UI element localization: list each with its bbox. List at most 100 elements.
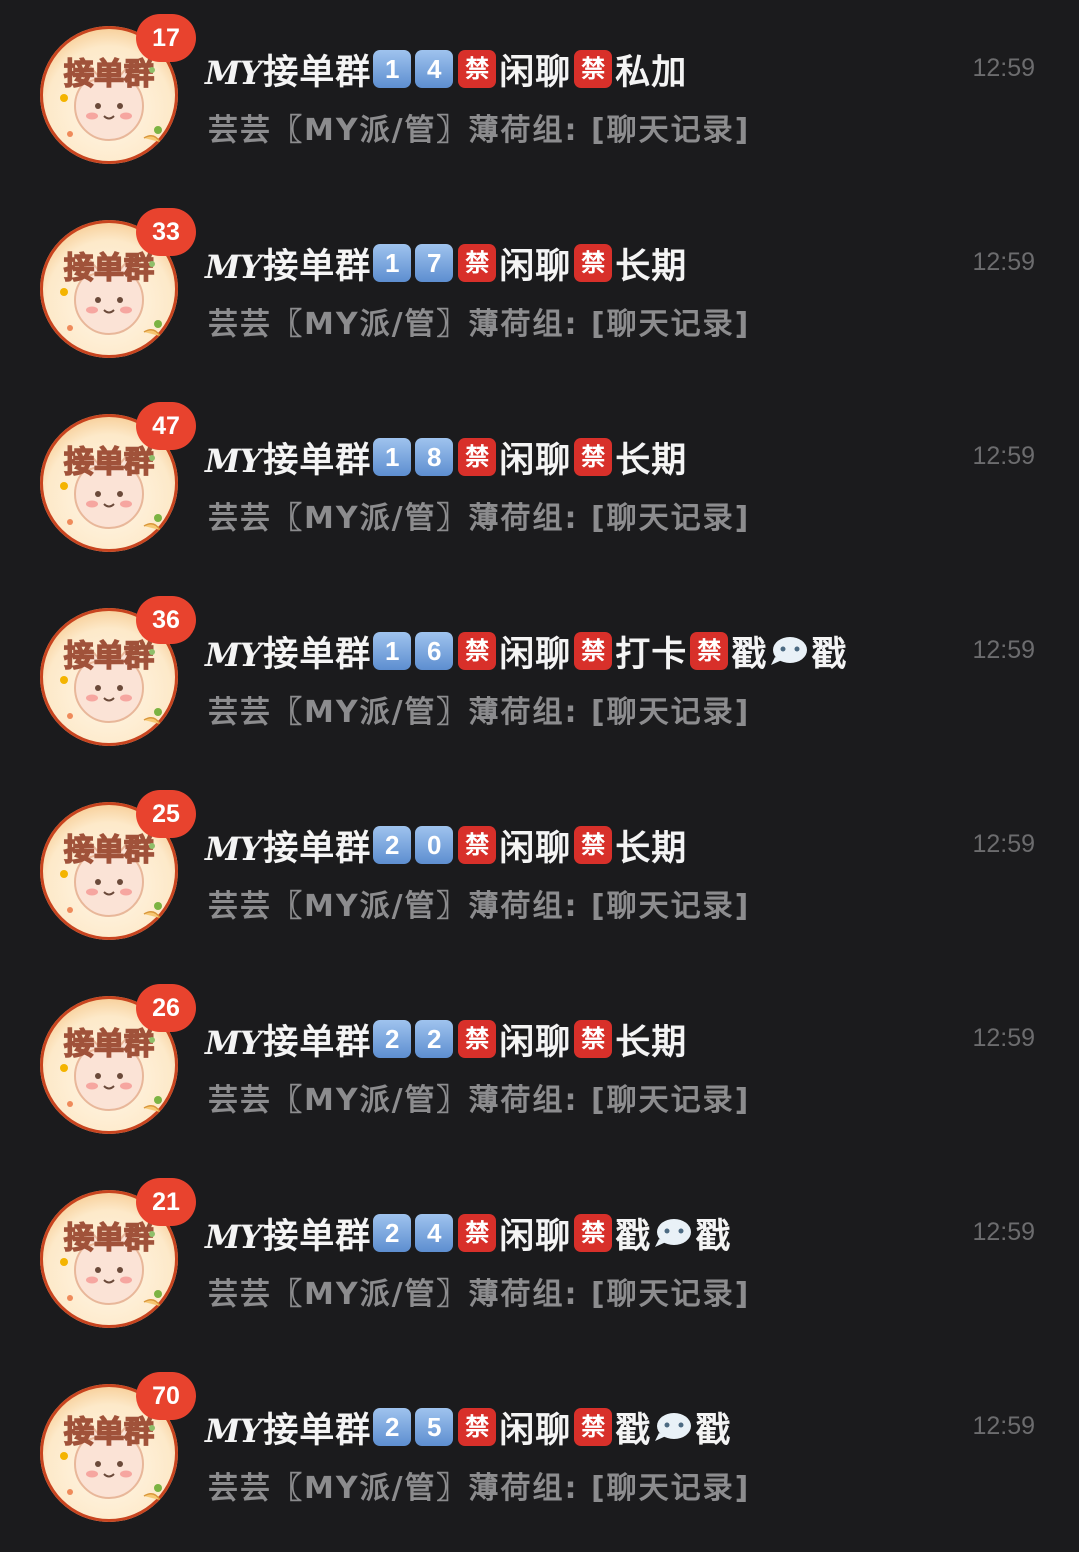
prohibited-icon: 禁 xyxy=(458,632,497,670)
title-text: MY接单群 xyxy=(205,44,371,95)
svg-text:接单群: 接单群 xyxy=(64,1027,154,1062)
title-name: 接单群 xyxy=(263,828,372,869)
svg-text:接单群: 接单群 xyxy=(64,1221,154,1256)
chat-row[interactable]: 接单群 36 MY接单群 1 6 禁闲聊禁打卡禁戳 戳芸芸〖MY派/管〗薄荷组: [聊天… xyxy=(0,582,1079,776)
title-text: 闲聊 xyxy=(499,828,572,869)
number-keycap-icon: 1 xyxy=(373,244,412,282)
prohibited-icon: 禁 xyxy=(574,438,613,476)
chat-title: MY接单群 2 0 禁闲聊禁长期 xyxy=(205,820,687,870)
title-text: MY接单群 xyxy=(205,820,371,871)
svg-text:接单群: 接单群 xyxy=(64,445,154,480)
chat-row[interactable]: 接单群 26 MY接单群 2 2 禁闲聊禁长期 芸芸〖MY派/管〗薄荷组: [聊天记录] 1… xyxy=(0,970,1079,1164)
title-text: 闲聊 xyxy=(499,52,572,93)
title-text: 戳 xyxy=(695,1410,732,1451)
title-text: 闲聊 xyxy=(499,246,572,287)
message-timestamp: 12:59 xyxy=(972,830,1035,858)
number-keycap-icon: 7 xyxy=(415,244,454,282)
unread-badge: 26 xyxy=(136,984,196,1032)
prohibited-icon: 禁 xyxy=(458,1020,497,1058)
title-name: 接单群 xyxy=(263,246,372,287)
chat-row[interactable]: 接单群 17 MY接单群 1 4 禁闲聊禁私加 芸芸〖MY派/管〗薄荷组: [聊天记录] 1… xyxy=(0,0,1079,194)
chat-title: MY接单群 2 2 禁闲聊禁长期 xyxy=(205,1014,687,1064)
prohibited-icon: 禁 xyxy=(574,1408,613,1446)
prohibited-icon: 禁 xyxy=(458,50,497,88)
last-message-preview: 芸芸〖MY派/管〗薄荷组: [聊天记录] xyxy=(208,889,751,924)
chat-row[interactable]: 接单群 70 MY接单群 2 5 禁闲聊禁戳 戳芸芸〖MY派/管〗薄荷组: [聊天记录]… xyxy=(0,1358,1079,1552)
title-text: MY接单群 xyxy=(205,432,371,483)
prohibited-icon: 禁 xyxy=(574,826,613,864)
unread-badge: 47 xyxy=(136,402,196,450)
svg-text:接单群: 接单群 xyxy=(64,639,154,674)
prohibited-icon: 禁 xyxy=(458,1214,497,1252)
svg-text:接单群: 接单群 xyxy=(64,833,154,868)
unread-badge: 36 xyxy=(136,596,196,644)
title-text: 长期 xyxy=(615,828,688,869)
message-timestamp: 12:59 xyxy=(972,1412,1035,1440)
message-timestamp: 12:59 xyxy=(972,442,1035,470)
title-prefix: MY xyxy=(205,441,262,480)
message-timestamp: 12:59 xyxy=(972,1218,1035,1246)
unread-badge: 33 xyxy=(136,208,196,256)
title-text: 打卡 xyxy=(615,634,688,675)
number-keycap-icon: 1 xyxy=(373,632,412,670)
svg-text:接单群: 接单群 xyxy=(64,1415,154,1450)
message-timestamp: 12:59 xyxy=(972,54,1035,82)
title-text: 闲聊 xyxy=(499,634,572,675)
title-text: 长期 xyxy=(615,1022,688,1063)
last-message-preview: 芸芸〖MY派/管〗薄荷组: [聊天记录] xyxy=(208,1277,751,1312)
title-prefix: MY xyxy=(205,635,262,674)
last-message-preview: 芸芸〖MY派/管〗薄荷组: [聊天记录] xyxy=(208,1083,751,1118)
title-text: 闲聊 xyxy=(499,1216,572,1257)
number-keycap-icon: 4 xyxy=(415,50,454,88)
prohibited-icon: 禁 xyxy=(574,1214,613,1252)
title-name: 接单群 xyxy=(263,634,372,675)
number-keycap-icon: 2 xyxy=(415,1020,454,1058)
unread-badge: 21 xyxy=(136,1178,196,1226)
chat-title: MY接单群 1 4 禁闲聊禁私加 xyxy=(205,44,687,94)
chat-title: MY接单群 1 8 禁闲聊禁长期 xyxy=(205,432,687,482)
title-text: 戳 xyxy=(811,634,848,675)
title-text: 闲聊 xyxy=(499,1410,572,1451)
title-prefix: MY xyxy=(205,53,262,92)
chat-row[interactable]: 接单群 21 MY接单群 2 4 禁闲聊禁戳 戳芸芸〖MY派/管〗薄荷组: [聊天记录]… xyxy=(0,1164,1079,1358)
title-text: 戳 xyxy=(615,1410,652,1451)
chat-row[interactable]: 接单群 47 MY接单群 1 8 禁闲聊禁长期 芸芸〖MY派/管〗薄荷组: [聊天记录] 1… xyxy=(0,388,1079,582)
title-text: 戳 xyxy=(731,634,768,675)
title-prefix: MY xyxy=(205,1023,262,1062)
number-keycap-icon: 0 xyxy=(415,826,454,864)
chat-row[interactable]: 接单群 33 MY接单群 1 7 禁闲聊禁长期 芸芸〖MY派/管〗薄荷组: [聊天记录] 1… xyxy=(0,194,1079,388)
number-keycap-icon: 2 xyxy=(373,1214,412,1252)
prohibited-icon: 禁 xyxy=(574,1020,613,1058)
last-message-preview: 芸芸〖MY派/管〗薄荷组: [聊天记录] xyxy=(208,307,751,342)
title-prefix: MY xyxy=(205,1411,262,1450)
speech-bubble-icon xyxy=(653,1411,693,1443)
prohibited-icon: 禁 xyxy=(458,1408,497,1446)
title-prefix: MY xyxy=(205,829,262,868)
title-name: 接单群 xyxy=(263,1216,372,1257)
svg-text:接单群: 接单群 xyxy=(64,57,154,92)
title-text: 闲聊 xyxy=(499,440,572,481)
message-timestamp: 12:59 xyxy=(972,636,1035,664)
title-text: MY接单群 xyxy=(205,626,371,677)
title-text: 私加 xyxy=(615,52,688,93)
title-name: 接单群 xyxy=(263,52,372,93)
number-keycap-icon: 2 xyxy=(373,826,412,864)
number-keycap-icon: 5 xyxy=(415,1408,454,1446)
message-timestamp: 12:59 xyxy=(972,248,1035,276)
unread-badge: 25 xyxy=(136,790,196,838)
prohibited-icon: 禁 xyxy=(458,826,497,864)
number-keycap-icon: 2 xyxy=(373,1408,412,1446)
title-text: MY接单群 xyxy=(205,1402,371,1453)
title-prefix: MY xyxy=(205,1217,262,1256)
chat-row[interactable]: 接单群 25 MY接单群 2 0 禁闲聊禁长期 芸芸〖MY派/管〗薄荷组: [聊天记录] 1… xyxy=(0,776,1079,970)
last-message-preview: 芸芸〖MY派/管〗薄荷组: [聊天记录] xyxy=(208,1471,751,1506)
svg-text:接单群: 接单群 xyxy=(64,251,154,286)
title-text: 闲聊 xyxy=(499,1022,572,1063)
prohibited-icon: 禁 xyxy=(574,632,613,670)
chat-title: MY接单群 2 5 禁闲聊禁戳 戳 xyxy=(205,1402,731,1452)
title-name: 接单群 xyxy=(263,440,372,481)
unread-badge: 70 xyxy=(136,1372,196,1420)
title-text: MY接单群 xyxy=(205,1014,371,1065)
unread-badge: 17 xyxy=(136,14,196,62)
prohibited-icon: 禁 xyxy=(574,50,613,88)
